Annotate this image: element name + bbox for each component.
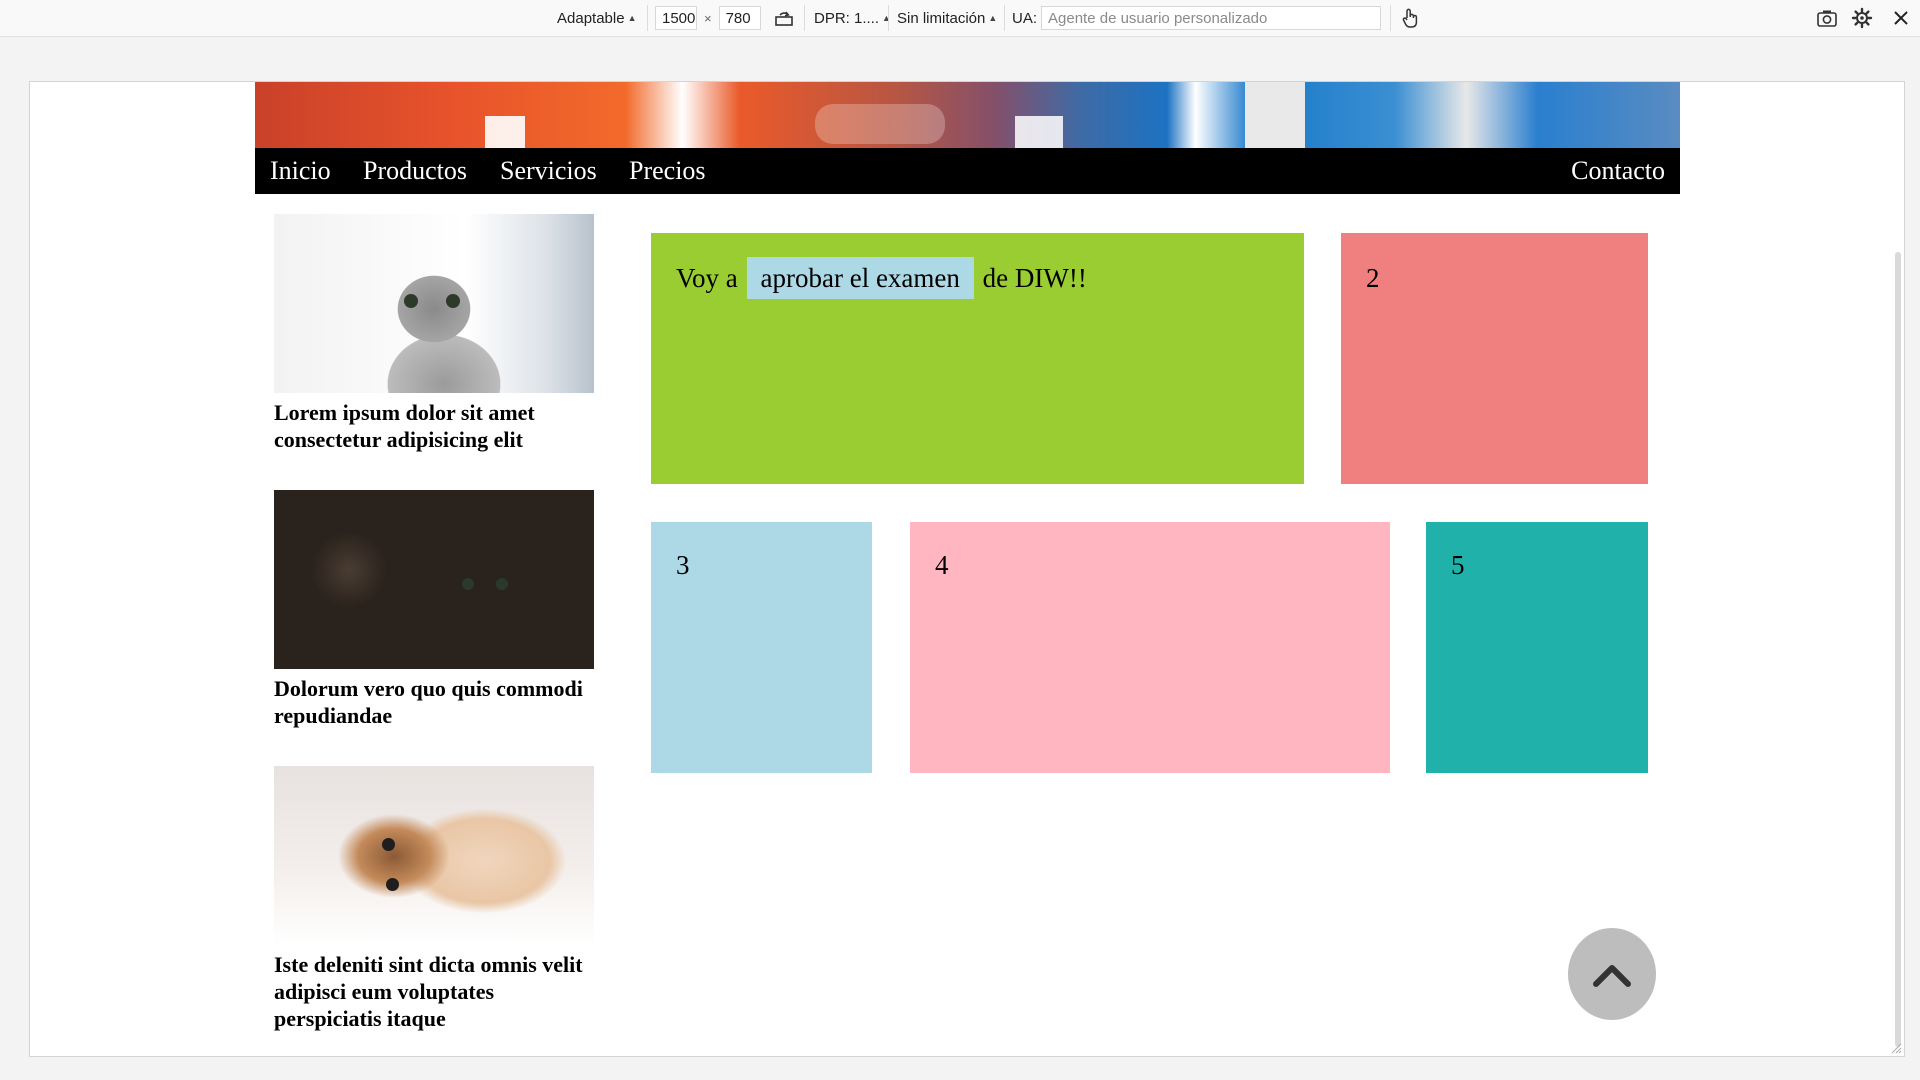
article-card[interactable]: Dolorum vero quo quis commodi repudianda…	[274, 490, 594, 729]
article-title[interactable]: Iste deleniti sint dicta omnis velit adi…	[274, 951, 594, 1032]
device-select-label: Adaptable	[557, 9, 625, 27]
header-banner-image	[255, 82, 1680, 148]
box-1-text-start: Voy a	[676, 263, 738, 293]
article-title[interactable]: Lorem ipsum dolor sit amet consectetur a…	[274, 399, 594, 453]
ua-label: UA:	[1012, 9, 1038, 27]
separator	[804, 5, 805, 31]
kitten-lying-image	[274, 766, 594, 945]
separator	[1004, 5, 1005, 31]
box-3-label: 3	[676, 550, 690, 580]
resize-handle-icon[interactable]	[1888, 1040, 1902, 1054]
article-title[interactable]: Dolorum vero quo quis commodi repudianda…	[274, 675, 594, 729]
touch-simulation-button[interactable]	[1397, 0, 1423, 36]
width-value: 1500	[662, 9, 696, 27]
box-1-text-end: de DIW!!	[982, 263, 1087, 293]
times-sign: ×	[704, 10, 712, 26]
grid-box-5: 5	[1426, 522, 1648, 773]
box-2-label: 2	[1366, 263, 1380, 293]
back-to-top-button[interactable]	[1568, 928, 1656, 1020]
kitten-sitting-image	[274, 214, 594, 393]
grid-box-2: 2	[1341, 233, 1648, 484]
close-icon	[1894, 11, 1908, 25]
sort-arrows-icon: ▲︎	[988, 13, 998, 23]
separator	[888, 5, 889, 31]
width-input[interactable]: 1500	[655, 6, 697, 30]
responsive-viewport: Inicio Productos Servicios Precios Conta…	[29, 81, 1905, 1057]
grid-box-3: 3	[651, 522, 872, 773]
kitten-with-toy-image	[274, 490, 594, 669]
touch-icon	[1402, 8, 1418, 28]
grid-box-1: Voy a aprobar el examen de DIW!!	[651, 233, 1304, 484]
article-card[interactable]: Lorem ipsum dolor sit amet consectetur a…	[274, 214, 594, 453]
grid-box-4: 4	[910, 522, 1390, 773]
screenshot-icon	[1817, 10, 1837, 27]
throttle-label: Sin limitación	[897, 9, 986, 27]
sort-arrows-icon: ▲︎	[882, 13, 891, 23]
user-agent-input[interactable]: Agente de usuario personalizado	[1041, 6, 1382, 30]
screenshot-button[interactable]	[1814, 0, 1840, 36]
settings-icon	[1851, 7, 1873, 29]
box-4-label: 4	[935, 550, 949, 580]
nav-item-contacto[interactable]: Contacto	[1571, 148, 1665, 194]
box-5-label: 5	[1451, 550, 1465, 580]
chevron-up-icon	[1593, 965, 1631, 987]
nav-item-productos[interactable]: Productos	[363, 148, 467, 194]
dpr-label: DPR: 1....	[814, 9, 880, 27]
responsive-toolbar: Adaptable ▲︎ 1500 × 780 DPR: 1.... ▲︎ Si…	[0, 0, 1920, 37]
box-1-highlight: aprobar el examen	[746, 257, 974, 299]
user-agent-placeholder: Agente de usuario personalizado	[1048, 9, 1268, 27]
article-card[interactable]: Iste deleniti sint dicta omnis velit adi…	[274, 766, 594, 1032]
separator	[647, 5, 648, 31]
settings-button[interactable]	[1849, 0, 1875, 36]
throttle-select[interactable]: Sin limitación ▲︎	[897, 0, 997, 36]
height-input[interactable]: 780	[718, 6, 761, 30]
rotate-icon	[775, 11, 793, 26]
nav-item-inicio[interactable]: Inicio	[270, 148, 331, 194]
viewport-size: 1500 × 780	[655, 0, 761, 36]
nav-item-precios[interactable]: Precios	[629, 148, 706, 194]
rotate-button[interactable]	[771, 0, 797, 36]
sort-arrows-icon: ▲︎	[627, 13, 637, 23]
nav-item-servicios[interactable]: Servicios	[500, 148, 597, 194]
ua-group: UA: Agente de usuario personalizado	[1012, 0, 1382, 36]
dpr-select[interactable]: DPR: 1.... ▲︎	[814, 0, 891, 36]
close-button[interactable]	[1888, 0, 1914, 36]
height-value: 780	[725, 9, 751, 27]
separator	[1390, 5, 1391, 31]
device-select[interactable]: Adaptable ▲︎	[557, 0, 636, 36]
main-navbar: Inicio Productos Servicios Precios Conta…	[255, 148, 1680, 194]
vertical-scrollbar[interactable]	[1895, 252, 1901, 1047]
